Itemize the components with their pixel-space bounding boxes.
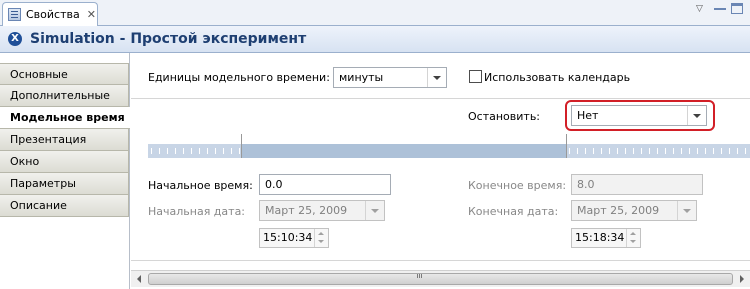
- time-units-select[interactable]: минуты: [333, 67, 447, 88]
- experiment-icon: X: [8, 32, 22, 46]
- sidebar-item-model-time[interactable]: Модельное время: [0, 107, 130, 129]
- end-time-label: Конечное время:: [468, 179, 567, 192]
- timeline-right-ticks: [569, 148, 747, 154]
- divider: [131, 260, 750, 261]
- properties-header: X Simulation - Простой эксперимент: [0, 26, 750, 53]
- end-time-input[interactable]: 8.0: [571, 174, 703, 195]
- start-date-select[interactable]: Март 25, 2009: [259, 200, 385, 221]
- highlight-annotation: [565, 100, 715, 131]
- chevron-down-icon: [427, 68, 446, 87]
- scroll-right-icon[interactable]: [734, 271, 750, 287]
- spin-arrows-icon[interactable]: [626, 229, 640, 247]
- end-date-value: Март 25, 2009: [577, 204, 660, 217]
- use-calendar-checkbox[interactable]: [469, 70, 482, 83]
- end-date-label: Конечная дата:: [468, 205, 559, 218]
- time-units-label: Единицы модельного времени:: [148, 71, 330, 84]
- scroll-left-icon[interactable]: [131, 271, 147, 287]
- stop-label: Остановить:: [468, 110, 541, 123]
- minimize-icon[interactable]: [714, 3, 727, 16]
- start-date-value: Март 25, 2009: [265, 204, 348, 217]
- start-clock-spinner[interactable]: 15:10:34: [259, 228, 329, 248]
- timeline-left-ticks: [151, 148, 241, 154]
- properties-sidebar: Основные Дополнительные Модельное время …: [0, 53, 130, 289]
- divider: [131, 98, 750, 99]
- start-clock-value: 15:10:34: [263, 231, 313, 244]
- start-marker[interactable]: [241, 134, 242, 158]
- view-tab-bar: Свойства ✕ ▽: [0, 0, 750, 26]
- maximize-icon[interactable]: [731, 3, 743, 14]
- spin-arrows-icon[interactable]: [314, 229, 328, 247]
- time-range-bar: [148, 134, 750, 158]
- properties-tab[interactable]: Свойства ✕: [2, 2, 98, 26]
- horizontal-scrollbar[interactable]: [131, 270, 750, 287]
- time-units-value: минуты: [339, 71, 384, 84]
- end-marker[interactable]: [566, 134, 567, 158]
- chevron-down-icon: [677, 201, 696, 220]
- page-title: Simulation - Простой эксперимент: [30, 31, 307, 47]
- scrollbar-grip-icon: [417, 274, 423, 278]
- use-calendar-label: Использовать календарь: [484, 71, 631, 84]
- close-icon[interactable]: ✕: [87, 8, 96, 21]
- start-time-label: Начальное время:: [148, 179, 253, 192]
- view-menu-icon[interactable]: ▽: [696, 4, 703, 14]
- properties-tab-label: Свойства: [26, 8, 80, 21]
- scrollbar-thumb[interactable]: [148, 273, 733, 285]
- sidebar-item-window[interactable]: Окно: [0, 151, 129, 173]
- start-time-input[interactable]: 0.0: [259, 174, 391, 195]
- end-clock-spinner[interactable]: 15:18:34: [571, 228, 641, 248]
- sidebar-item-presentation[interactable]: Презентация: [0, 129, 129, 151]
- model-time-panel: Единицы модельного времени: минуты Испол…: [131, 53, 750, 289]
- sidebar-item-parameters[interactable]: Параметры: [0, 173, 129, 195]
- properties-icon: [8, 8, 21, 21]
- sidebar-item-main[interactable]: Основные: [0, 63, 129, 85]
- end-date-select[interactable]: Март 25, 2009: [571, 200, 697, 221]
- sidebar-item-description[interactable]: Описание: [0, 195, 129, 217]
- start-date-label: Начальная дата:: [148, 205, 246, 218]
- sidebar-item-advanced[interactable]: Дополнительные: [0, 85, 129, 107]
- chevron-down-icon: [365, 201, 384, 220]
- end-clock-value: 15:18:34: [575, 231, 625, 244]
